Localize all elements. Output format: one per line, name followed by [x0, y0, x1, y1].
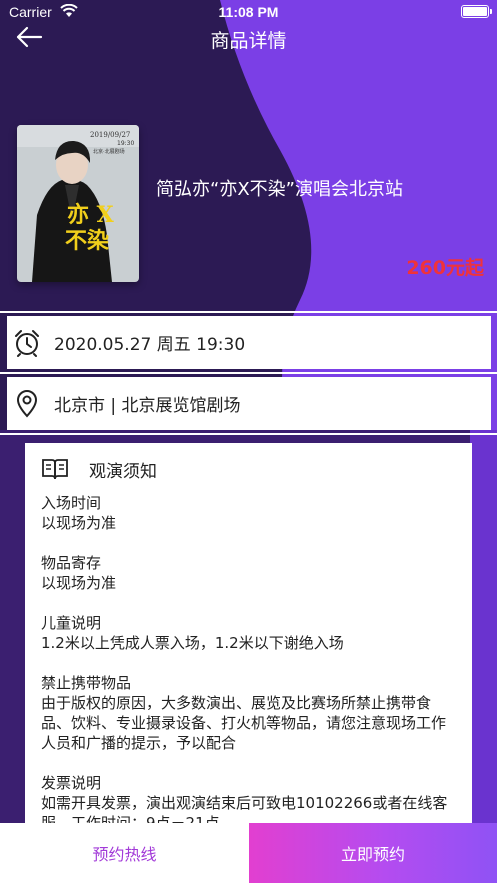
poster-title-line1: 亦 X — [67, 202, 115, 228]
poster-venue: 北京·北展剧场 — [93, 148, 125, 155]
notice-section-heading: 儿童说明 — [41, 614, 102, 632]
notice-section-body: 由于版权的原因，大多数演出、展览及比赛场所禁止携带食品、饮料、专业摄录设备、打火… — [41, 694, 447, 752]
location-pin-icon — [16, 389, 38, 417]
price-label: 260元起 — [406, 257, 484, 279]
notice-section-body: 以现场为准 — [41, 574, 117, 592]
notice-section-body: 1.2米以上凭成人票入场，1.2米以下谢绝入场 — [41, 634, 344, 652]
poster-time: 19:30 — [117, 140, 134, 147]
poster-title-line2: 不染 — [65, 228, 109, 254]
notice-header: 观演须知 — [41, 455, 456, 483]
divider — [0, 372, 497, 374]
page-title: 商品详情 — [210, 30, 287, 52]
event-location-row[interactable]: 北京市 | 北京展览馆剧场 — [7, 377, 491, 430]
divider — [0, 433, 497, 435]
notice-section-heading: 发票说明 — [41, 774, 102, 792]
notice-section-heading: 物品寄存 — [41, 554, 102, 572]
event-location: 北京市 | 北京展览馆剧场 — [54, 396, 241, 416]
hotline-button[interactable]: 预约热线 — [0, 823, 249, 883]
notice-section: 入场时间 以现场为准 — [41, 493, 456, 533]
divider — [0, 311, 497, 313]
notice-section-body: 以现场为准 — [41, 514, 117, 532]
status-bar: Carrier 11:08 PM — [0, 0, 497, 24]
open-book-icon — [42, 459, 68, 480]
notice-panel[interactable]: 观演须知 入场时间 以现场为准 物品寄存 以现场为准 儿童说明 1.2米以上凭成… — [25, 443, 472, 823]
event-datetime: 2020.05.27 周五 19:30 — [54, 335, 246, 355]
notice-section: 禁止携带物品 由于版权的原因，大多数演出、展览及比赛场所禁止携带食品、饮料、专业… — [41, 673, 456, 753]
book-now-button[interactable]: 立即预约 — [249, 823, 497, 883]
notice-section: 儿童说明 1.2米以上凭成人票入场，1.2米以下谢绝入场 — [41, 613, 456, 653]
clock-time: 11:08 PM — [218, 4, 279, 20]
poster-date: 2019/09/27 — [90, 131, 130, 139]
notice-section-heading: 入场时间 — [41, 494, 102, 512]
bottom-action-bar: 预约热线 立即预约 — [0, 823, 497, 883]
notice-section: 发票说明 如需开具发票，演出观演结束后可致电10102266或者在线客服，工作时… — [41, 773, 456, 823]
notice-section-body: 如需开具发票，演出观演结束后可致电10102266或者在线客服，工作时间：9点－… — [41, 794, 448, 823]
notice-title: 观演须知 — [89, 461, 157, 482]
product-name: 简弘亦“亦X不染”演唱会北京站 — [156, 179, 403, 200]
battery-icon — [461, 5, 489, 18]
event-poster-image: 2019/09/27 19:30 北京·北展剧场 亦 X 不染 — [17, 125, 139, 282]
event-datetime-row[interactable]: 2020.05.27 周五 19:30 — [7, 316, 491, 369]
alarm-clock-icon — [15, 329, 39, 357]
notice-section: 物品寄存 以现场为准 — [41, 553, 456, 593]
battery-tip — [490, 9, 492, 14]
notice-section-heading: 禁止携带物品 — [41, 674, 132, 692]
